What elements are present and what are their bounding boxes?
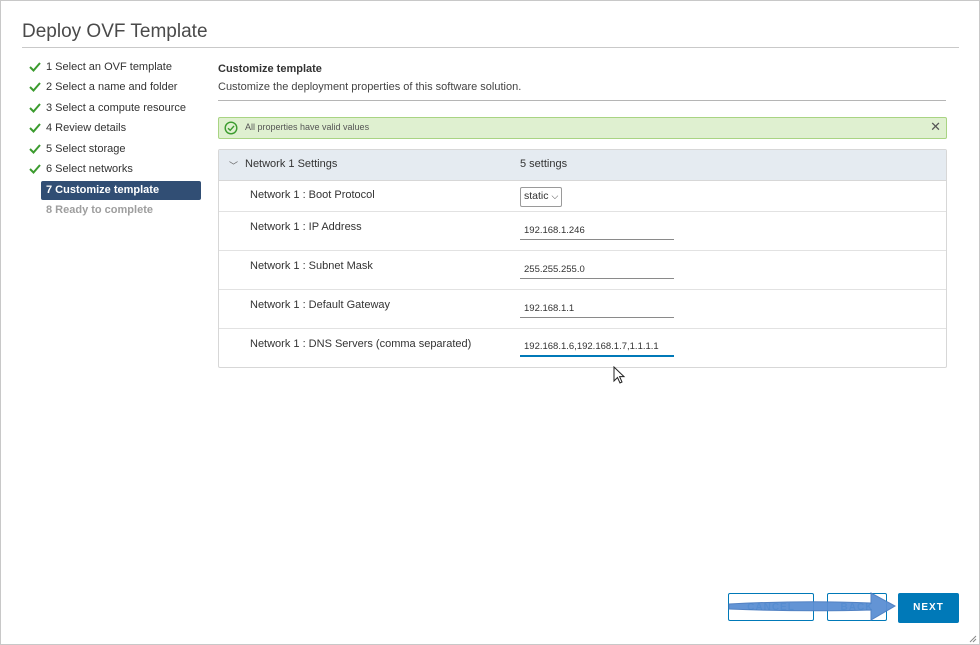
close-icon[interactable]: ✕ xyxy=(930,120,941,135)
row-dns-servers: Network 1 : DNS Servers (comma separated… xyxy=(219,329,946,367)
checkmark-icon xyxy=(29,62,41,72)
step-label: 2 Select a name and folder xyxy=(46,81,178,94)
step-6[interactable]: 6 Select networks xyxy=(29,161,204,181)
checkmark-icon xyxy=(29,123,41,134)
step-3[interactable]: 3 Select a compute resource xyxy=(29,100,204,120)
checkmark-icon xyxy=(29,143,41,154)
step-4[interactable]: 4 Review details xyxy=(29,120,204,140)
step-label: 6 Select networks xyxy=(46,162,133,175)
boot-protocol-select[interactable]: static ⌵ xyxy=(520,187,563,207)
dns-servers-input[interactable] xyxy=(520,338,674,357)
step-1[interactable]: 1 Select an OVF template xyxy=(29,59,204,79)
field-label: Network 1 : DNS Servers (comma separated… xyxy=(250,338,472,350)
annotation-arrow-icon xyxy=(728,592,897,621)
checkmark-icon xyxy=(29,82,41,93)
field-label: Network 1 : Default Gateway xyxy=(250,299,391,311)
subnet-mask-input[interactable] xyxy=(520,260,674,279)
select-value: static xyxy=(524,190,549,202)
network-settings-group: ﹀ Network 1 Settings 5 settings Network … xyxy=(218,149,947,368)
chevron-down-icon[interactable]: ﹀ xyxy=(229,159,238,172)
step-8: 8 Ready to complete xyxy=(29,202,204,222)
deploy-ovf-dialog: Deploy OVF Template 1 Select an OVF temp… xyxy=(0,0,980,645)
alert-text: All properties have valid values xyxy=(245,122,370,132)
next-button[interactable]: NEXT xyxy=(898,593,959,623)
mouse-cursor-icon xyxy=(613,366,626,384)
field-label: Network 1 : Boot Protocol xyxy=(250,189,375,201)
dialog-title: Deploy OVF Template xyxy=(22,21,208,42)
title-divider xyxy=(22,47,959,48)
row-ip-address: Network 1 : IP Address xyxy=(219,212,946,251)
validation-alert: All properties have valid values ✕ xyxy=(218,117,947,139)
resize-handle-icon[interactable] xyxy=(967,633,977,643)
chevron-down-icon: ⌵ xyxy=(551,191,559,201)
gateway-input[interactable] xyxy=(520,299,674,318)
section-heading: Customize template xyxy=(218,63,322,75)
row-subnet-mask: Network 1 : Subnet Mask xyxy=(219,251,946,290)
section-divider xyxy=(218,100,946,101)
checkmark-icon xyxy=(29,103,41,113)
field-label: Network 1 : Subnet Mask xyxy=(250,260,373,272)
step-7-active[interactable]: 7 Customize template xyxy=(29,181,204,201)
step-label: 7 Customize template xyxy=(46,184,160,197)
row-default-gateway: Network 1 : Default Gateway xyxy=(219,290,946,329)
checkmark-icon xyxy=(29,164,41,174)
section-subheading: Customize the deployment properties of t… xyxy=(218,81,522,93)
step-label: 1 Select an OVF template xyxy=(46,61,172,73)
group-count: 5 settings xyxy=(520,158,568,170)
check-circle-icon xyxy=(224,121,238,135)
step-2[interactable]: 2 Select a name and folder xyxy=(29,79,204,99)
group-header[interactable]: ﹀ Network 1 Settings 5 settings xyxy=(219,150,946,181)
ip-address-input[interactable] xyxy=(520,221,674,240)
group-name: Network 1 Settings xyxy=(245,158,338,170)
step-label: 5 Select storage xyxy=(46,142,126,155)
step-label: 4 Review details xyxy=(46,122,127,135)
step-label: 3 Select a compute resource xyxy=(46,101,187,114)
row-boot-protocol: Network 1 : Boot Protocol static ⌵ xyxy=(219,181,946,212)
field-label: Network 1 : IP Address xyxy=(250,221,362,233)
step-label: 8 Ready to complete xyxy=(46,203,153,216)
wizard-steps: 1 Select an OVF template 2 Select a name… xyxy=(29,59,204,222)
step-5[interactable]: 5 Select storage xyxy=(29,141,204,161)
